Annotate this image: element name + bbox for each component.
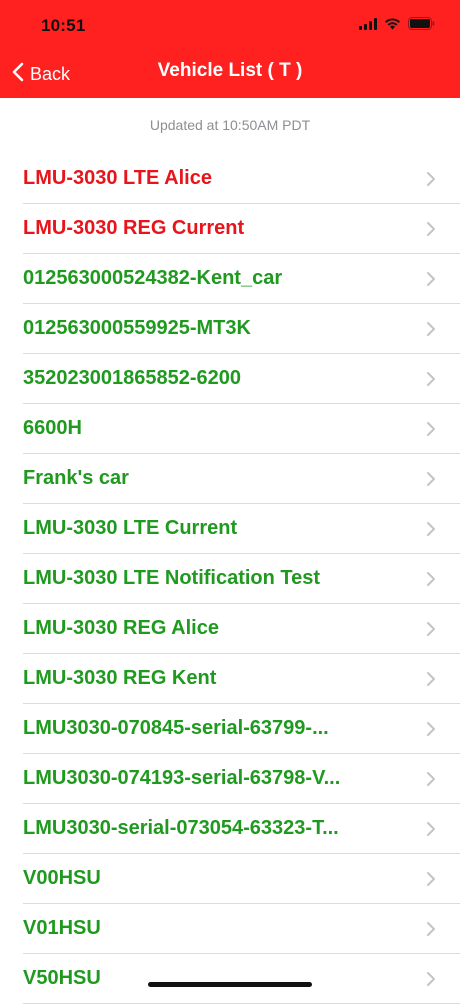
vehicle-row[interactable]: V00HSU [0, 854, 460, 904]
chevron-right-icon [426, 671, 436, 687]
vehicle-row[interactable]: LMU3030-serial-073054-63323-T... [0, 804, 460, 854]
vehicle-name: 352023001865852-6200 [23, 367, 241, 389]
chevron-right-icon [426, 921, 436, 937]
vehicle-row[interactable]: V01HSU [0, 904, 460, 954]
chevron-right-icon [426, 871, 436, 887]
wifi-icon [384, 17, 401, 35]
vehicle-name: 6600H [23, 417, 82, 439]
chevron-right-icon [426, 771, 436, 787]
vehicle-row[interactable]: LMU-3030 LTE Notification Test [0, 554, 460, 604]
vehicle-row[interactable]: LMU3030-074193-serial-63798-V... [0, 754, 460, 804]
vehicle-row[interactable]: Frank's car [0, 454, 460, 504]
vehicle-name: LMU3030-serial-073054-63323-T... [23, 817, 339, 839]
chevron-right-icon [426, 421, 436, 437]
status-icons [359, 16, 435, 36]
vehicle-row[interactable]: V50HSU [0, 954, 460, 1004]
vehicle-name: LMU3030-070845-serial-63799-... [23, 717, 329, 739]
vehicle-name: LMU-3030 LTE Alice [23, 167, 212, 189]
signal-icon [359, 17, 377, 35]
vehicle-row[interactable]: 352023001865852-6200 [0, 354, 460, 404]
chevron-right-icon [426, 621, 436, 637]
chevron-right-icon [426, 321, 436, 337]
vehicle-row[interactable]: LMU-3030 REG Current [0, 204, 460, 254]
vehicle-name: 012563000559925-MT3K [23, 317, 251, 339]
home-indicator [148, 982, 312, 987]
vehicle-name: V01HSU [23, 917, 101, 939]
vehicle-name: LMU-3030 REG Kent [23, 667, 217, 689]
vehicle-row[interactable]: 012563000559925-MT3K [0, 304, 460, 354]
vehicle-row[interactable]: LMU-3030 REG Kent [0, 654, 460, 704]
status-bar: 10:51 [0, 0, 460, 50]
navigation-bar: Back Vehicle List ( T ) [0, 50, 460, 98]
chevron-right-icon [426, 221, 436, 237]
vehicle-name: LMU-3030 REG Current [23, 217, 245, 239]
chevron-right-icon [426, 521, 436, 537]
vehicle-list: LMU-3030 LTE Alice LMU-3030 REG Current 01… [0, 154, 460, 1004]
page-title: Vehicle List ( T ) [157, 60, 303, 81]
chevron-right-icon [426, 271, 436, 287]
chevron-right-icon [426, 171, 436, 187]
vehicle-name: LMU-3030 REG Alice [23, 617, 219, 639]
vehicle-name: LMU3030-074193-serial-63798-V... [23, 767, 341, 789]
header: 10:51 Back Vehicle List (T) [0, 0, 460, 98]
vehicle-name: V00HSU [23, 867, 101, 889]
vehicle-name: LMU-3030 LTE Notification Test [23, 567, 321, 589]
chevron-right-icon [426, 721, 436, 737]
vehicle-row[interactable]: LMU-3030 LTE Current [0, 504, 460, 554]
vehicle-row[interactable]: 012563000524382-Kent_car [0, 254, 460, 304]
vehicle-row[interactable]: LMU-3030 LTE Alice [0, 154, 460, 204]
chevron-right-icon [426, 571, 436, 587]
chevron-right-icon [426, 471, 436, 487]
vehicle-row[interactable]: 6600H [0, 404, 460, 454]
status-time: 10:51 [41, 16, 86, 35]
chevron-right-icon [426, 371, 436, 387]
chevron-right-icon [426, 821, 436, 837]
updated-timestamp: Updated at 10:50AM PDT [149, 117, 311, 133]
vehicle-name: LMU-3030 LTE Current [23, 517, 238, 539]
vehicle-name: Frank's car [23, 467, 129, 489]
vehicle-row[interactable]: LMU-3030 REG Alice [0, 604, 460, 654]
vehicle-row[interactable]: LMU3030-070845-serial-63799-... [0, 704, 460, 754]
battery-icon [408, 17, 435, 35]
vehicle-name: 012563000524382-Kent_car [23, 267, 283, 289]
chevron-right-icon [426, 971, 436, 987]
